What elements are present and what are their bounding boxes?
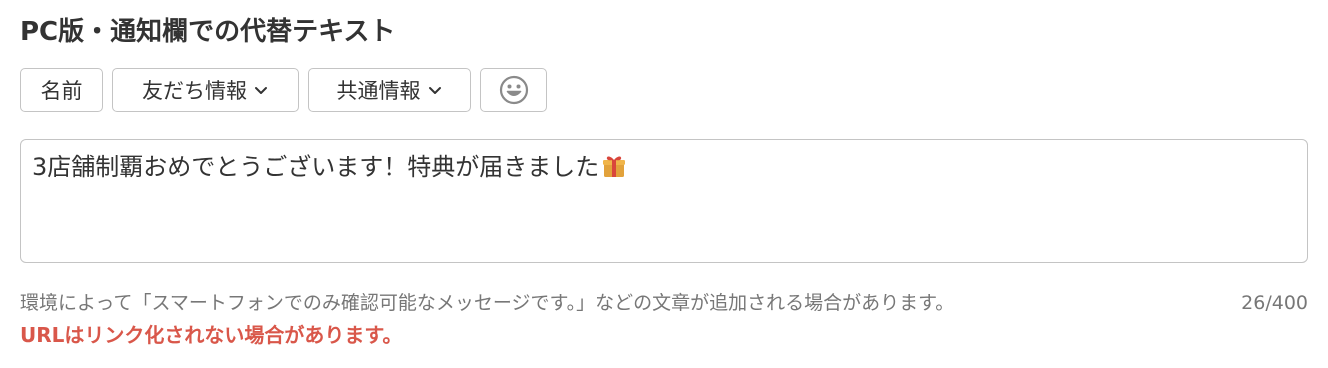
friend-info-label: 友だち情報 [142,79,247,103]
insert-name-label: 名前 [40,79,83,103]
character-counter: 26/400 [1241,292,1308,314]
alt-text-input[interactable]: 3店舗制覇おめでとうございます！特典が届きました [20,139,1308,263]
insert-name-button[interactable]: 名前 [20,68,103,112]
alt-text-section: PC版・通知欄での代替テキスト 名前 友だち情報 共通情報 3店舗制覇おめでとう… [0,0,1328,368]
chevron-down-icon [255,87,267,94]
url-warning: URLはリンク化されない場合があります。 [20,323,403,347]
section-title: PC版・通知欄での代替テキスト [20,17,396,47]
alt-text-value: 3店舗制覇おめでとうございます！特典が届きました [32,153,600,181]
common-info-dropdown[interactable]: 共通情報 [308,68,471,112]
chevron-down-icon [428,87,441,94]
insert-toolbar: 名前 友だち情報 共通情報 [20,68,547,112]
help-row: 環境によって「スマートフォンでのみ確認可能なメッセージです。」などの文章が追加さ… [20,289,1308,317]
gift-icon [603,156,626,177]
friend-info-dropdown[interactable]: 友だち情報 [112,68,299,112]
emoji-picker-button[interactable] [480,68,547,112]
smiley-face-icon [499,75,528,105]
help-text: 環境によって「スマートフォンでのみ確認可能なメッセージです。」などの文章が追加さ… [20,292,955,314]
common-info-label: 共通情報 [336,79,421,103]
